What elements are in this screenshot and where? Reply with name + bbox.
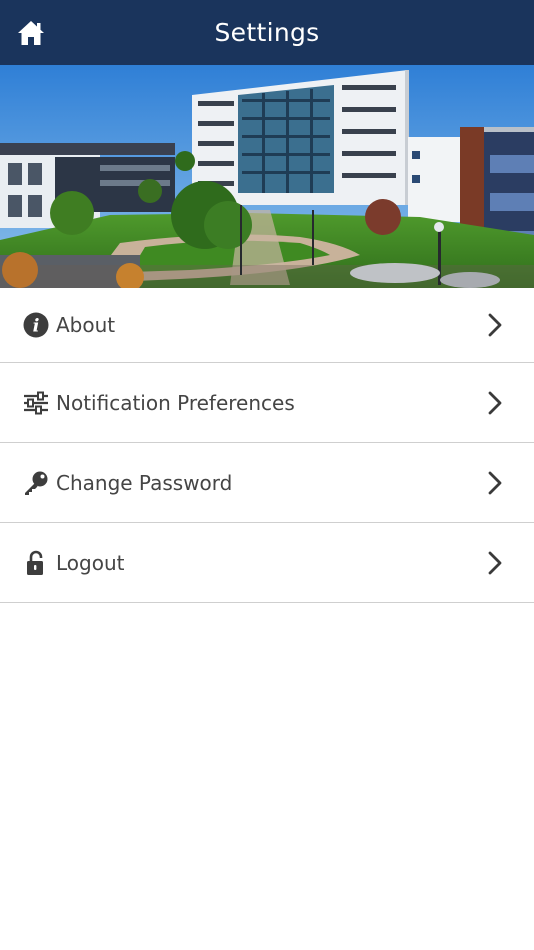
top-bar: Settings [0,0,534,65]
page-title: Settings [214,18,320,47]
chevron-right-icon [486,470,504,496]
key-icon [22,469,50,497]
chevron-right-icon [486,390,504,416]
unlock-icon [22,549,50,577]
about-label: About [56,313,116,337]
campus-banner-image [0,65,534,288]
logout-label: Logout [56,550,125,575]
sliders-icon [22,389,50,417]
menu-item-notification-preferences[interactable]: Notification Preferences [0,363,534,443]
info-icon: i [22,311,50,339]
settings-menu: i About Notification Preferences Change … [0,288,534,603]
chevron-right-icon [486,312,504,338]
menu-item-logout[interactable]: Logout [0,523,534,603]
menu-item-about[interactable]: i About [0,288,534,363]
svg-text:i: i [33,316,40,337]
menu-item-change-password[interactable]: Change Password [0,443,534,523]
change-password-label: Change Password [56,470,233,495]
chevron-right-icon [486,550,504,576]
notification-preferences-label: Notification Preferences [56,390,295,415]
